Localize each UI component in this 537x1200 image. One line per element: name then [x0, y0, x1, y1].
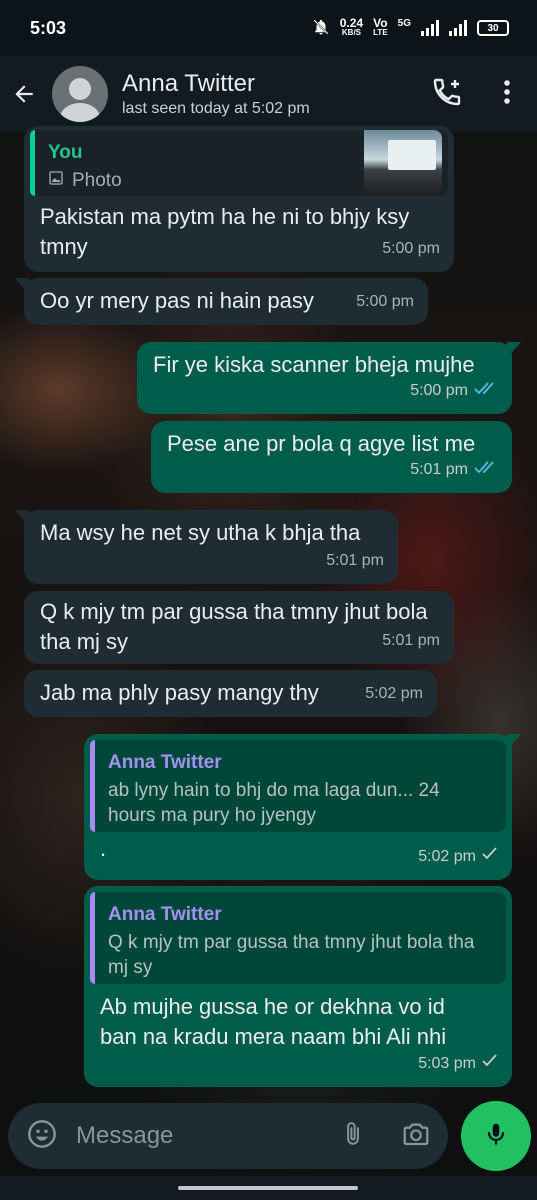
- reply-author: Anna Twitter: [108, 752, 222, 773]
- camera-icon[interactable]: [400, 1119, 432, 1154]
- message-bubble-incoming[interactable]: Q k mjy tm par gussa tha tmny jhut bola …: [24, 591, 454, 664]
- sent-tick-icon: [482, 842, 498, 872]
- voice-record-button[interactable]: [461, 1101, 531, 1171]
- photo-icon: [48, 168, 64, 193]
- reply-type: Photo: [72, 170, 122, 191]
- contact-name: Anna Twitter: [122, 70, 255, 97]
- read-ticks-icon: [474, 455, 498, 485]
- read-ticks-icon: [474, 376, 498, 406]
- attach-icon[interactable]: [340, 1118, 366, 1155]
- message-bubble-incoming[interactable]: Jab ma phly pasy mangy thy 5:02 pm: [24, 670, 437, 717]
- more-options-icon[interactable]: [503, 79, 511, 110]
- reply-text: Q k mjy tm par gussa tha tmny jhut bola …: [108, 932, 475, 978]
- navigation-bar: [0, 1176, 537, 1200]
- message-time: 5:00 pm: [410, 376, 498, 406]
- message-input[interactable]: Message: [76, 1122, 173, 1150]
- back-arrow-icon[interactable]: [10, 80, 38, 108]
- network-type: 5G: [397, 17, 411, 29]
- reply-preview[interactable]: Anna Twitter ab lyny hain to bhj do ma l…: [90, 740, 506, 832]
- message-time: 5:01 pm: [410, 455, 498, 485]
- avatar[interactable]: [52, 66, 108, 122]
- microphone-icon: [483, 1119, 509, 1154]
- message-composer[interactable]: Message: [8, 1103, 448, 1169]
- signal-icon: [421, 20, 439, 36]
- message-time: 5:03 pm: [418, 1049, 498, 1079]
- reply-author: Anna Twitter: [108, 904, 222, 925]
- message-bubble-outgoing[interactable]: Anna Twitter ab lyny hain to bhj do ma l…: [84, 734, 521, 880]
- message-bubble-outgoing[interactable]: Pese ane pr bola q agye list me 5:01 pm: [151, 421, 512, 493]
- reply-author: You: [48, 142, 83, 163]
- message-text: Ab mujhe gussa he or dekhna vo id ban na…: [100, 994, 447, 1049]
- signal-icon-2: [449, 20, 467, 36]
- reply-thumbnail: [364, 130, 442, 196]
- message-text: Ma wsy he net sy utha k bhja tha: [40, 520, 361, 545]
- message-bubble-outgoing[interactable]: Anna Twitter Q k mjy tm par gussa tha tm…: [84, 886, 512, 1087]
- message-time: 5:00 pm: [356, 293, 414, 310]
- last-seen-status: last seen today at 5:02 pm: [122, 100, 310, 117]
- message-text: Jab ma phly pasy mangy thy: [40, 680, 319, 705]
- contact-info[interactable]: Anna Twitter last seen today at 5:02 pm: [122, 70, 310, 118]
- message-time: 5:02 pm: [418, 842, 498, 872]
- chat-header: Anna Twitter last seen today at 5:02 pm: [0, 56, 537, 132]
- status-bar: 5:03 0.24 KB/S Vo LTE 5G 30: [0, 0, 537, 56]
- gesture-handle[interactable]: [178, 1186, 358, 1190]
- volte-indicator: Vo LTE: [373, 16, 388, 37]
- reply-preview[interactable]: Anna Twitter Q k mjy tm par gussa tha tm…: [90, 892, 506, 984]
- mute-icon: [312, 18, 330, 39]
- sent-tick-icon: [482, 1049, 498, 1079]
- message-text: Pakistan ma pytm ha he ni to bhjy ksy tm…: [40, 204, 410, 259]
- message-bubble-incoming[interactable]: Oo yr mery pas ni hain pasy 5:00 pm: [15, 278, 428, 325]
- message-time: 5:02 pm: [365, 685, 423, 702]
- message-bubble-incoming[interactable]: Ma wsy he net sy utha k bhja tha 5:01 pm: [15, 510, 398, 584]
- message-time: 5:01 pm: [382, 632, 440, 649]
- reply-preview[interactable]: You Photo: [30, 130, 448, 196]
- message-time: 5:01 pm: [326, 552, 384, 569]
- battery-icon: 30: [477, 20, 509, 36]
- reply-text: ab lyny hain to bhj do ma laga dun... 24…: [108, 780, 440, 826]
- add-call-icon[interactable]: [431, 76, 463, 113]
- message-time: 5:00 pm: [382, 240, 440, 257]
- status-time: 5:03: [30, 17, 67, 38]
- network-speed: 0.24 KB/S: [339, 16, 364, 37]
- message-bubble-incoming[interactable]: You Photo Pakistan ma pytm ha he ni to b…: [24, 126, 454, 272]
- emoji-icon[interactable]: [26, 1118, 58, 1155]
- message-text: Q k mjy tm par gussa tha tmny jhut bola …: [40, 599, 428, 654]
- message-bubble-outgoing[interactable]: Fir ye kiska scanner bheja mujhe 5:00 pm: [137, 342, 521, 414]
